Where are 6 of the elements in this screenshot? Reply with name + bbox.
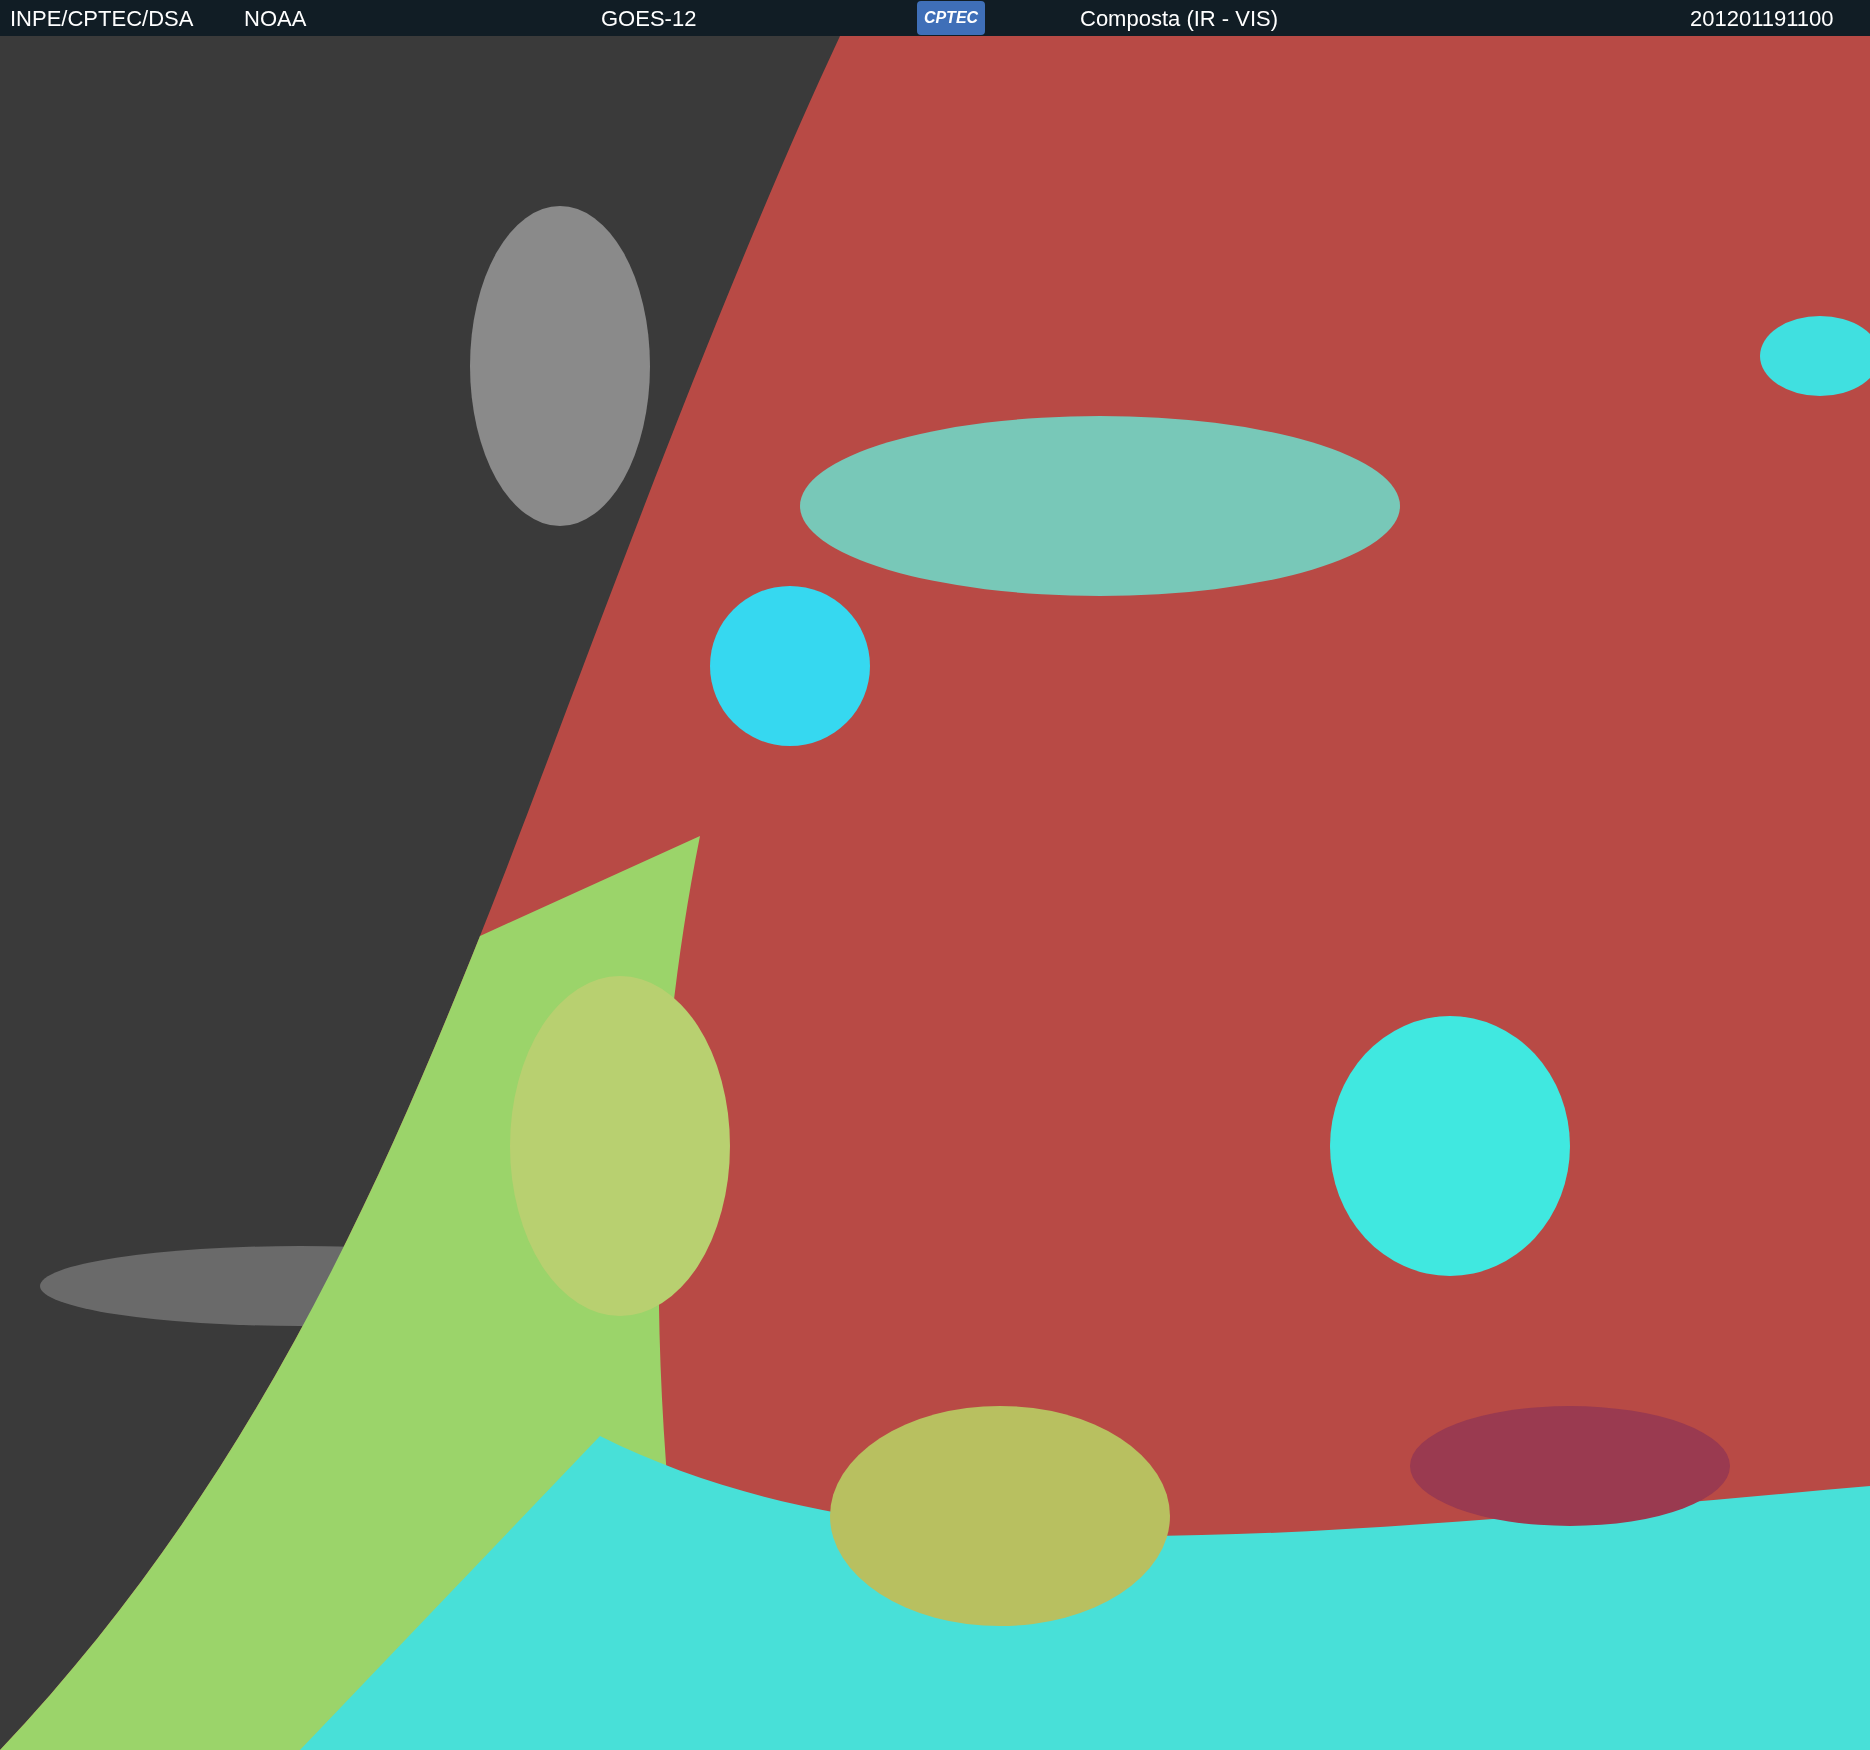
product-title: Composta (IR - VIS): [1080, 4, 1280, 33]
timestamp: 201201191100: [1690, 4, 1834, 33]
source-label: INPE/CPTEC/DSA: [10, 4, 195, 33]
agency-label: NOAA: [244, 4, 308, 33]
satellite-label: GOES-12: [601, 4, 698, 33]
logo: CPTEC: [917, 1, 985, 35]
